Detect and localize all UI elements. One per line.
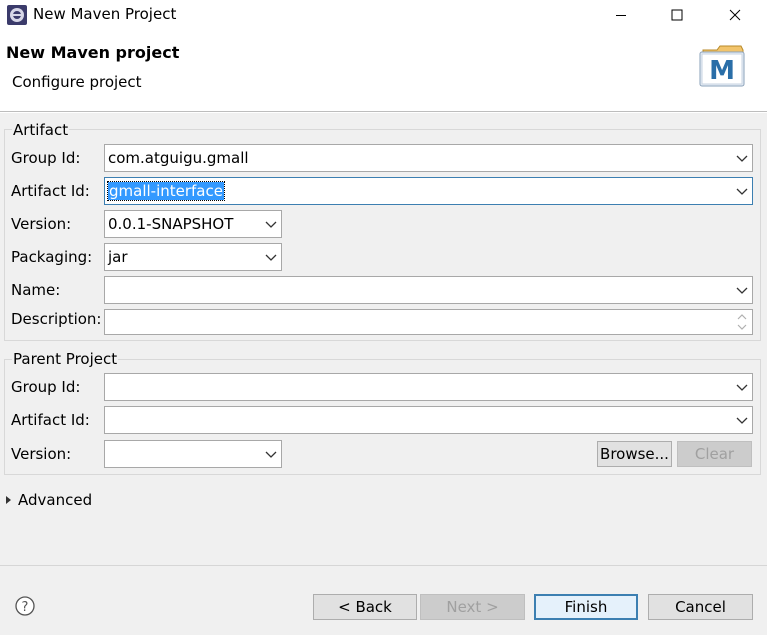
- name-combo[interactable]: [104, 276, 753, 304]
- minimize-button[interactable]: [598, 0, 644, 30]
- help-icon[interactable]: ?: [15, 596, 35, 616]
- page-subtitle: Configure project: [12, 73, 142, 91]
- artifact-id-label: Artifact Id:: [11, 182, 90, 200]
- svg-text:?: ?: [22, 600, 29, 615]
- packaging-label: Packaging:: [11, 248, 93, 266]
- chevron-down-icon[interactable]: [736, 382, 748, 392]
- version-value: 0.0.1-SNAPSHOT: [108, 215, 234, 233]
- parent-project-legend: Parent Project: [12, 350, 119, 368]
- chevron-down-icon[interactable]: [265, 449, 277, 459]
- finish-button[interactable]: Finish: [534, 594, 638, 620]
- parent-group-id-label: Group Id:: [11, 378, 81, 396]
- maximize-button[interactable]: [654, 0, 700, 30]
- back-button[interactable]: < Back: [313, 594, 417, 620]
- chevron-down-icon[interactable]: [265, 252, 277, 262]
- wizard-body: Artifact Group Id: com.atguigu.gmall Art…: [0, 113, 767, 565]
- wizard-header: New Maven project Configure project M: [0, 30, 767, 112]
- group-id-value: com.atguigu.gmall: [108, 149, 249, 167]
- chevron-down-icon[interactable]: [265, 219, 277, 229]
- advanced-label: Advanced: [18, 491, 93, 509]
- advanced-section-toggle[interactable]: Advanced: [6, 491, 92, 509]
- spinner-icon[interactable]: [735, 312, 749, 332]
- name-label: Name:: [11, 281, 61, 299]
- chevron-down-icon[interactable]: [736, 153, 748, 163]
- packaging-combo[interactable]: jar: [104, 243, 282, 271]
- svg-text:M: M: [709, 56, 735, 86]
- chevron-down-icon[interactable]: [736, 285, 748, 295]
- next-button[interactable]: Next >: [420, 594, 525, 620]
- close-icon: [729, 9, 741, 21]
- packaging-value: jar: [108, 248, 128, 266]
- parent-artifact-id-label: Artifact Id:: [11, 411, 90, 429]
- parent-version-label: Version:: [11, 445, 72, 463]
- maximize-icon: [671, 9, 683, 21]
- eclipse-app-icon: [7, 5, 27, 25]
- version-combo[interactable]: 0.0.1-SNAPSHOT: [104, 210, 282, 238]
- chevron-down-icon[interactable]: [736, 415, 748, 425]
- clear-button[interactable]: Clear: [677, 441, 752, 467]
- version-label: Version:: [11, 215, 72, 233]
- chevron-down-icon[interactable]: [736, 186, 748, 196]
- cancel-button[interactable]: Cancel: [648, 594, 753, 620]
- description-textarea[interactable]: [104, 309, 753, 335]
- group-id-combo[interactable]: com.atguigu.gmall: [104, 144, 753, 172]
- group-id-label: Group Id:: [11, 149, 81, 167]
- parent-group-id-combo[interactable]: [104, 373, 753, 401]
- parent-version-combo[interactable]: [104, 440, 282, 468]
- browse-button[interactable]: Browse...: [597, 441, 672, 467]
- artifact-id-combo[interactable]: gmall-interface: [104, 177, 753, 205]
- window-title: New Maven Project: [33, 5, 177, 23]
- page-title: New Maven project: [6, 43, 180, 62]
- close-button[interactable]: [712, 0, 758, 30]
- artifact-id-value: gmall-interface: [107, 181, 225, 201]
- artifact-group-legend: Artifact: [12, 121, 70, 139]
- wizard-footer: ? < Back Next > Finish Cancel: [0, 565, 767, 635]
- maven-logo-icon: M: [699, 45, 745, 87]
- description-label: Description:: [11, 310, 102, 328]
- parent-artifact-id-combo[interactable]: [104, 406, 753, 434]
- expand-triangle-icon: [6, 496, 11, 504]
- minimize-icon: [616, 15, 626, 16]
- window-titlebar: New Maven Project: [0, 0, 767, 30]
